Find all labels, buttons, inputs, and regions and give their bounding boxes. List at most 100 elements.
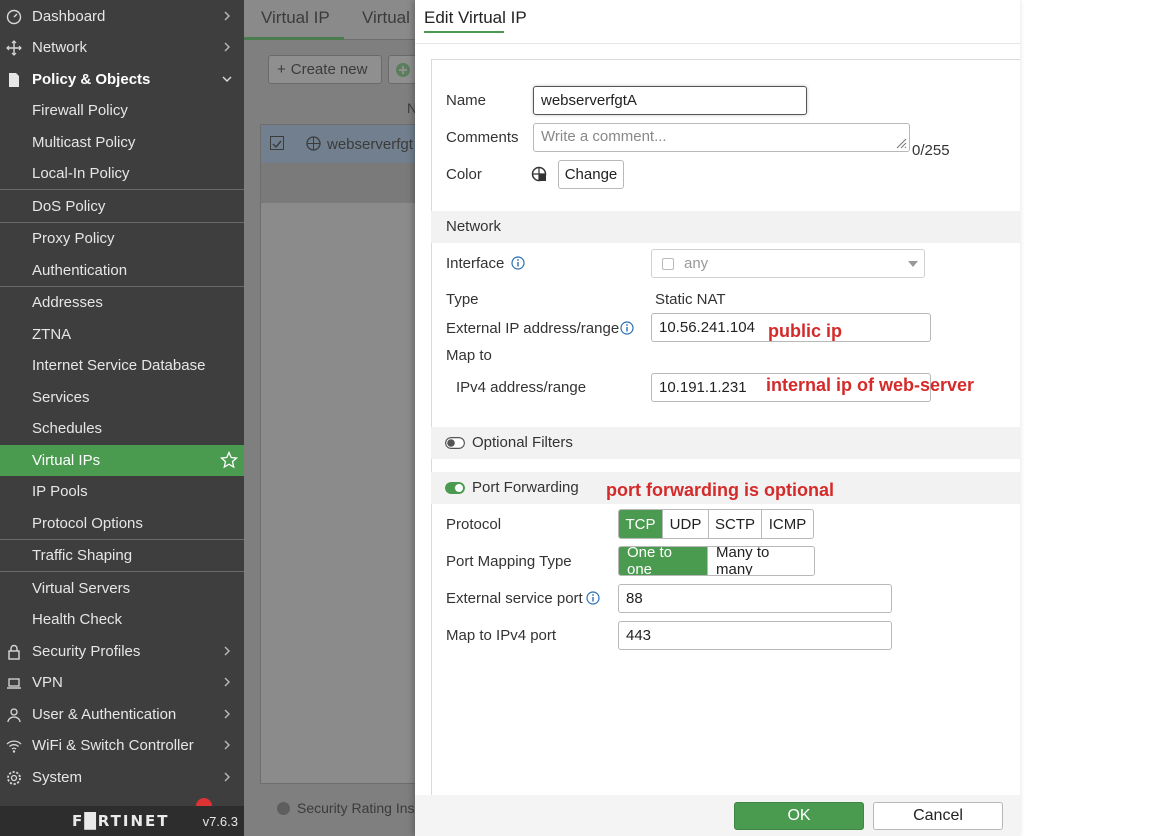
nav-label: Health Check xyxy=(32,611,123,628)
optional-filters-toggle[interactable] xyxy=(445,437,465,449)
nav-label: Local-In Policy xyxy=(32,165,130,182)
caret-down-icon xyxy=(908,261,918,267)
create-new-button[interactable]: + Create new xyxy=(268,55,382,84)
nav-ztna[interactable]: ZTNA xyxy=(0,319,244,350)
change-color-button[interactable]: Change xyxy=(558,160,624,189)
protocol-selector: TCP UDP SCTP ICMP xyxy=(618,509,814,539)
create-new-label: Create new xyxy=(290,61,368,78)
nav-label: User & Authentication xyxy=(32,706,177,723)
port-forwarding-annotation: port forwarding is optional xyxy=(606,480,834,500)
nav-policy-objects[interactable]: Policy & Objects xyxy=(0,64,244,95)
nav-virtual-servers[interactable]: Virtual Servers xyxy=(0,573,244,604)
edit-virtual-ip-dialog: Edit Virtual IP Name webserverfgtA Comme… xyxy=(415,0,1020,836)
info-icon[interactable] xyxy=(620,321,634,335)
divider xyxy=(0,189,244,190)
comments-counter: 0/255 xyxy=(912,142,950,159)
comments-textarea[interactable]: Write a comment... xyxy=(533,123,910,152)
nav-label: Multicast Policy xyxy=(32,134,136,151)
row-checkbox[interactable] xyxy=(270,136,284,150)
nav-label: Virtual Servers xyxy=(32,580,131,597)
port-forwarding-toggle[interactable] xyxy=(445,482,465,494)
interface-select[interactable]: any xyxy=(651,249,925,278)
nav-internet-service-database[interactable]: Internet Service Database xyxy=(0,350,244,381)
nav-health-check[interactable]: Health Check xyxy=(0,604,244,635)
nav-system[interactable]: System xyxy=(0,762,244,793)
external-service-port-input[interactable]: 88 xyxy=(618,584,892,613)
info-icon[interactable] xyxy=(511,256,525,270)
nav-label: Virtual IPs xyxy=(32,452,101,469)
nav-addresses[interactable]: Addresses xyxy=(0,287,244,318)
nav-label: Addresses xyxy=(32,294,103,311)
nav-network[interactable]: Network xyxy=(0,32,244,63)
tab-virtual-other[interactable]: Virtual xyxy=(362,8,410,28)
nav-traffic-shaping[interactable]: Traffic Shaping xyxy=(0,540,244,571)
chevron-right-icon xyxy=(224,42,230,52)
network-section-header: Network xyxy=(431,211,1020,243)
nav-dos-policy[interactable]: DoS Policy xyxy=(0,191,244,222)
nav-user-authentication[interactable]: User & Authentication xyxy=(0,699,244,730)
gear-icon xyxy=(6,770,22,786)
ok-button[interactable]: OK xyxy=(734,802,864,830)
nav-virtual-ips[interactable]: Virtual IPs xyxy=(0,445,244,476)
nav-authentication[interactable]: Authentication xyxy=(0,255,244,286)
protocol-icmp[interactable]: ICMP xyxy=(761,510,813,538)
nav-wifi-switch-controller[interactable]: WiFi & Switch Controller xyxy=(0,730,244,761)
nav-ip-pools[interactable]: IP Pools xyxy=(0,476,244,507)
protocol-udp[interactable]: UDP xyxy=(662,510,708,538)
optional-filters-label: Optional Filters xyxy=(472,434,573,451)
vip-table xyxy=(260,124,419,784)
nav-security-profiles[interactable]: Security Profiles xyxy=(0,636,244,667)
nav-vpn[interactable]: VPN xyxy=(0,667,244,698)
nav-label: Traffic Shaping xyxy=(32,547,133,564)
network-icon xyxy=(6,39,22,56)
resize-handle-icon[interactable] xyxy=(895,137,907,149)
chevron-right-icon xyxy=(224,709,230,719)
external-ip-label: External IP address/range xyxy=(446,320,620,337)
title-underline xyxy=(424,31,504,33)
chevron-down-icon xyxy=(222,76,232,82)
nav-proxy-policy[interactable]: Proxy Policy xyxy=(0,223,244,254)
protocol-sctp[interactable]: SCTP xyxy=(708,510,761,538)
public-ip-annotation: public ip xyxy=(768,321,842,341)
type-label: Type xyxy=(446,291,479,308)
notification-badge xyxy=(196,798,212,806)
nav-firewall-policy[interactable]: Firewall Policy xyxy=(0,95,244,126)
nav-label: DoS Policy xyxy=(32,198,106,215)
security-rating-link[interactable]: Security Rating Insig xyxy=(276,800,425,816)
mapping-many-to-many[interactable]: Many to many xyxy=(707,547,814,575)
page-tabs: Virtual IP Virtual xyxy=(244,0,419,40)
chevron-right-icon xyxy=(224,11,230,21)
wifi-icon xyxy=(6,738,22,754)
nav-protocol-options[interactable]: Protocol Options xyxy=(0,508,244,539)
map-to-ipv4-port-input[interactable]: 443 xyxy=(618,621,892,650)
nav-label: System xyxy=(32,769,83,786)
interface-value: any xyxy=(684,255,709,272)
nav-schedules[interactable]: Schedules xyxy=(0,413,244,444)
cancel-button[interactable]: Cancel xyxy=(873,802,1003,830)
nav-label: Proxy Policy xyxy=(32,230,115,247)
nav-label: Protocol Options xyxy=(32,515,143,532)
optional-filters-section: Optional Filters xyxy=(431,427,1020,459)
nav-multicast-policy[interactable]: Multicast Policy xyxy=(0,127,244,158)
ipv4-range-label: IPv4 address/range xyxy=(456,379,587,396)
sidebar-footer: F█RTINET v7.6.3 xyxy=(0,806,244,836)
protocol-tcp[interactable]: TCP xyxy=(619,510,662,538)
fortinet-logo: F█RTINET xyxy=(72,812,170,830)
external-service-port-label: External service port xyxy=(446,590,583,607)
nav-dashboard[interactable]: Dashboard xyxy=(0,1,244,32)
info-icon[interactable] xyxy=(586,591,600,605)
nav-label: Schedules xyxy=(32,420,103,437)
mapping-one-to-one[interactable]: One to one xyxy=(619,547,707,575)
plus-icon: + xyxy=(277,61,286,78)
port-mapping-type-label: Port Mapping Type xyxy=(446,553,572,570)
nav-local-in-policy[interactable]: Local-In Policy xyxy=(0,158,244,189)
tab-virtual-ip[interactable]: Virtual IP xyxy=(261,8,330,28)
security-rating-icon xyxy=(277,801,290,815)
port-mapping-selector: One to one Many to many xyxy=(618,546,815,576)
star-icon[interactable] xyxy=(220,451,238,469)
name-input[interactable]: webserverfgtA xyxy=(533,86,807,115)
nav-label: ZTNA xyxy=(32,326,72,343)
nav-services[interactable]: Services xyxy=(0,382,244,413)
network-section-label: Network xyxy=(446,218,502,235)
laptop-icon xyxy=(6,675,22,691)
